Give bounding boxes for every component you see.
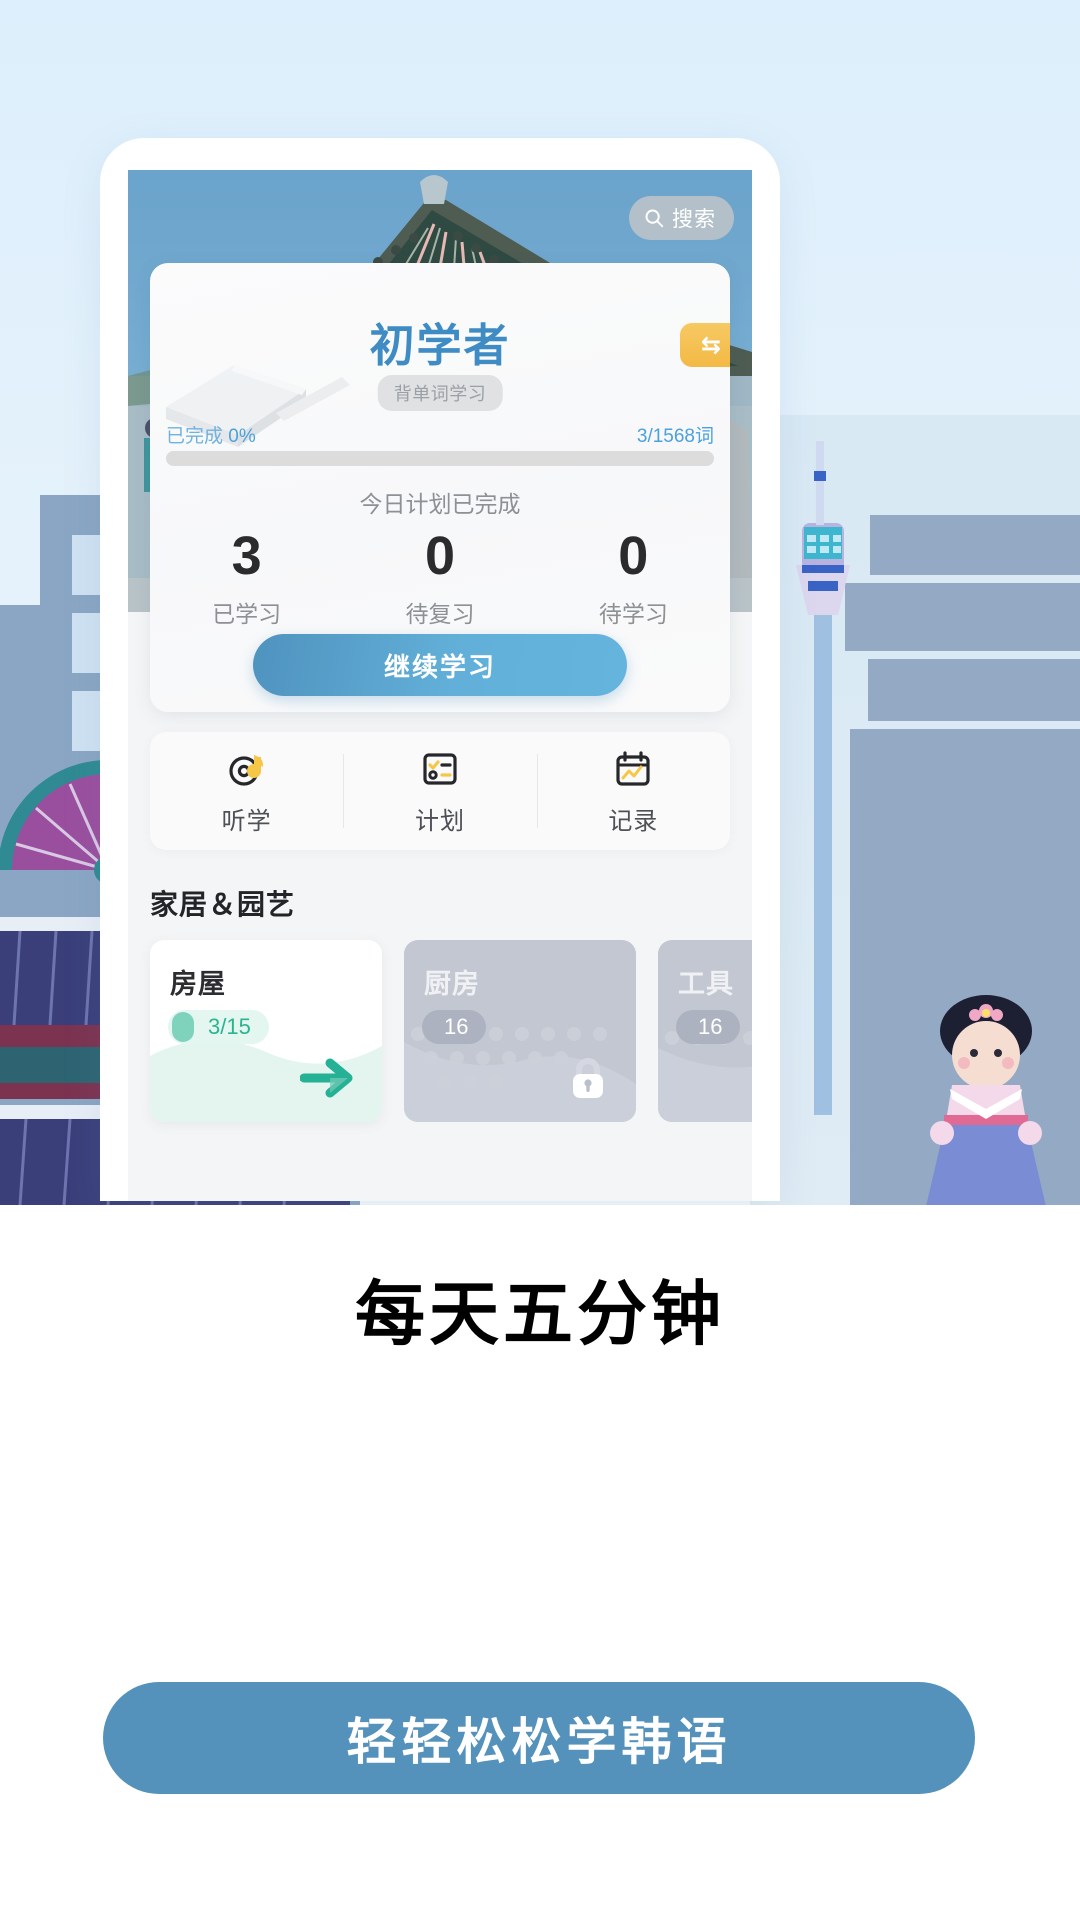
search-button[interactable]: 搜索 [629,196,734,240]
quick-actions-bar: 听学 计划 记录 [150,732,730,850]
category-name: 工具 [678,969,734,999]
lock-icon [573,1058,603,1098]
quick-action-label: 听学 [221,807,272,835]
calendar-chart-icon [616,750,650,786]
arrow-right-icon[interactable] [300,1058,354,1098]
continue-study-button[interactable]: 继续学习 [253,634,627,696]
category-progress-badge: 3/15 [168,1010,269,1044]
phone-frame: 搜索 初学者 背单词学习 ⇆ 已完成 0% 3/1568词 今日计划已完成 3 … [100,138,780,1201]
marketing-headline: 每天五分钟 [355,1275,725,1353]
listen-music-icon [229,754,263,786]
stat-value: 0 [618,526,649,586]
stat-value: 3 [231,526,262,586]
progress-bar [166,451,714,466]
study-mode-tag: 背单词学习 [377,375,503,411]
search-icon [645,209,664,228]
section-title: 家居＆园艺 [150,889,296,920]
category-count-badge: 16 [676,1010,741,1044]
promo-background: 搜索 初学者 背单词学习 ⇆ 已完成 0% 3/1568词 今日计划已完成 3 … [0,0,1080,1205]
stat-learned: 3 已学习 [150,528,343,629]
stat-value: 0 [424,526,456,586]
stat-to-review: 0 待复习 [343,528,536,629]
stat-label: 已学习 [212,600,282,627]
progress-percent: 0% [228,426,256,447]
marketing-cta-button[interactable]: 轻轻松松学韩语 [103,1682,975,1794]
quick-action-label: 计划 [414,807,465,835]
progress-completed-label: 已完成 0% [166,421,256,448]
right-skyline-illustration [750,415,1080,1205]
quick-action-label: 记录 [608,807,659,835]
today-stats: 3 已学习 0 待复习 0 待学习 [150,528,730,629]
checklist-icon [423,752,457,785]
progress-prefix: 已完成 [166,426,224,447]
app-screen: 搜索 初学者 背单词学习 ⇆ 已完成 0% 3/1568词 今日计划已完成 3 … [128,170,752,1201]
category-card-list: 房屋 3/15 厨房 16 工具 16 [150,940,752,1122]
level-progress-card: 初学者 背单词学习 ⇆ 已完成 0% 3/1568词 今日计划已完成 3 已学习… [150,263,730,712]
stat-label: 待复习 [405,600,475,627]
category-name: 房屋 [170,969,226,999]
category-card-kitchen[interactable]: 厨房 16 [404,940,636,1122]
category-count-badge: 16 [422,1010,487,1044]
word-count-label: 3/1568词 [636,426,714,447]
page-title: 初学者 [369,320,511,371]
quick-action-listen[interactable]: 听学 [150,732,343,850]
stat-to-learn: 0 待学习 [537,528,730,629]
stat-label: 待学习 [598,600,668,627]
swap-mode-button[interactable]: ⇆ [680,323,730,367]
progress-labels: 已完成 0% 3/1568词 [166,421,714,448]
category-card-house[interactable]: 房屋 3/15 [150,940,382,1122]
today-plan-label: 今日计划已完成 [359,491,521,517]
quick-action-record[interactable]: 记录 [536,732,730,850]
category-card-tools[interactable]: 工具 16 [658,940,752,1122]
search-label: 搜索 [672,208,716,231]
quick-action-plan[interactable]: 计划 [343,732,536,850]
category-name: 厨房 [424,969,480,999]
